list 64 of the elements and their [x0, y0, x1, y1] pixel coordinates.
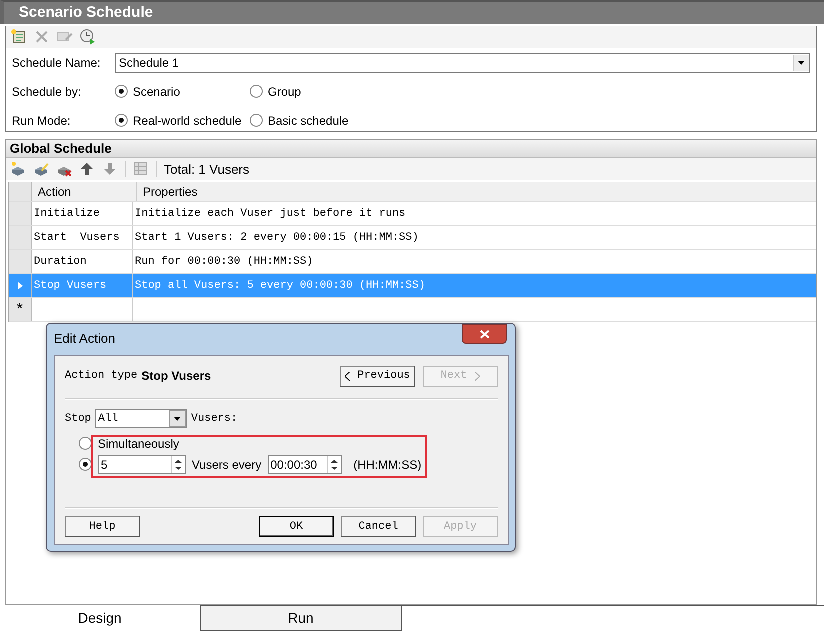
field-label: Run Mode: — [12, 114, 72, 128]
radio-button[interactable] — [115, 85, 128, 98]
new-schedule-icon[interactable] — [11, 29, 27, 45]
radio-button[interactable] — [115, 114, 128, 127]
caret-icon — [798, 60, 805, 64]
caret-icon — [174, 416, 182, 420]
tab[interactable]: Run — [201, 606, 402, 631]
table-cell-text: Start 1 Vusers: 2 every 00:00:15 (HH:MM:SS) — [134, 230, 420, 246]
table-cell-text: Stop all Vusers: 5 every 00:00:30 (HH:MM:SS) — [134, 278, 426, 294]
vusers-count-spinner[interactable]: 5 — [98, 455, 186, 474]
dialog-button[interactable]: OK — [259, 516, 334, 537]
radio-button[interactable] — [250, 114, 263, 127]
table-row[interactable]: Initialize Initialize each Vuser just before it runs — [9, 202, 816, 226]
radio-button[interactable] — [79, 458, 92, 471]
radio-option[interactable]: Scenario — [115, 84, 250, 98]
interval-spinner[interactable]: 00:00:30 — [268, 455, 342, 474]
schedule-name-dropdown[interactable]: Schedule 1 — [115, 52, 810, 72]
down-arrow-icon[interactable] — [102, 161, 118, 177]
radio-option[interactable]: Real-world schedule — [115, 114, 250, 128]
radio-button[interactable] — [79, 437, 92, 450]
close-icon — [480, 330, 490, 338]
table-cell: Initialize — [32, 202, 133, 225]
table-cell: Start Vusers — [32, 226, 133, 249]
previous-button[interactable]: Previous — [340, 366, 415, 386]
stop-label: Stop — [65, 412, 92, 424]
close-button[interactable] — [462, 324, 507, 344]
window-title: Scenario Schedule — [0, 0, 824, 24]
caret-icon — [344, 372, 350, 380]
table-cell-text: Initialize each Vuser just before it runs — [134, 206, 407, 222]
edit-icon[interactable] — [33, 161, 49, 177]
field-label: Schedule Name: — [12, 56, 102, 70]
table-cell: Stop Vusers — [32, 274, 133, 297]
table-row[interactable]: Start Vusers Start 1 Vusers: 2 every 00:00:15 (HH:MM:SS) — [9, 226, 816, 250]
vusers-label: Vusers: — [191, 412, 238, 424]
table-cell: Duration — [32, 250, 133, 273]
dialog-title: Edit Action — [54, 330, 116, 346]
row-pointer-icon — [18, 282, 22, 290]
clock-icon[interactable] — [80, 29, 96, 45]
table-cell-text: Run for 00:00:30 (HH:MM:SS) — [134, 254, 314, 270]
radio-button[interactable] — [250, 85, 263, 98]
tab[interactable]: Design — [0, 605, 201, 631]
time-format-label: (HH:MM:SS) — [354, 458, 422, 472]
spin-arrows-icon — [175, 458, 182, 470]
action-type-label: Action type — [65, 370, 138, 382]
stop-dropdown[interactable]: All — [95, 409, 188, 428]
column-header[interactable]: Properties — [137, 182, 816, 201]
spin-arrows-icon — [330, 458, 338, 470]
add-icon[interactable] — [10, 161, 26, 177]
option-label: Simultaneously — [98, 436, 180, 450]
radio-option[interactable]: Basic schedule — [250, 114, 349, 128]
total-vusers-text: Total: 1 Vusers — [164, 162, 250, 176]
option-label: Vusers every — [192, 458, 262, 472]
up-arrow-icon[interactable] — [79, 161, 95, 177]
row-header — [9, 226, 32, 249]
action-type-value: Stop Vusers — [142, 369, 212, 383]
radio-option[interactable]: Group — [250, 84, 302, 98]
field-label: Schedule by: — [12, 84, 82, 98]
row-header — [9, 250, 32, 273]
new-row-marker: * — [9, 298, 32, 321]
column-header[interactable]: Action — [32, 182, 137, 201]
dialog-button[interactable]: Help — [65, 516, 140, 537]
caret-icon — [475, 372, 480, 380]
section-header: Global Schedule — [6, 140, 816, 158]
dialog-button[interactable]: Cancel — [341, 516, 416, 537]
